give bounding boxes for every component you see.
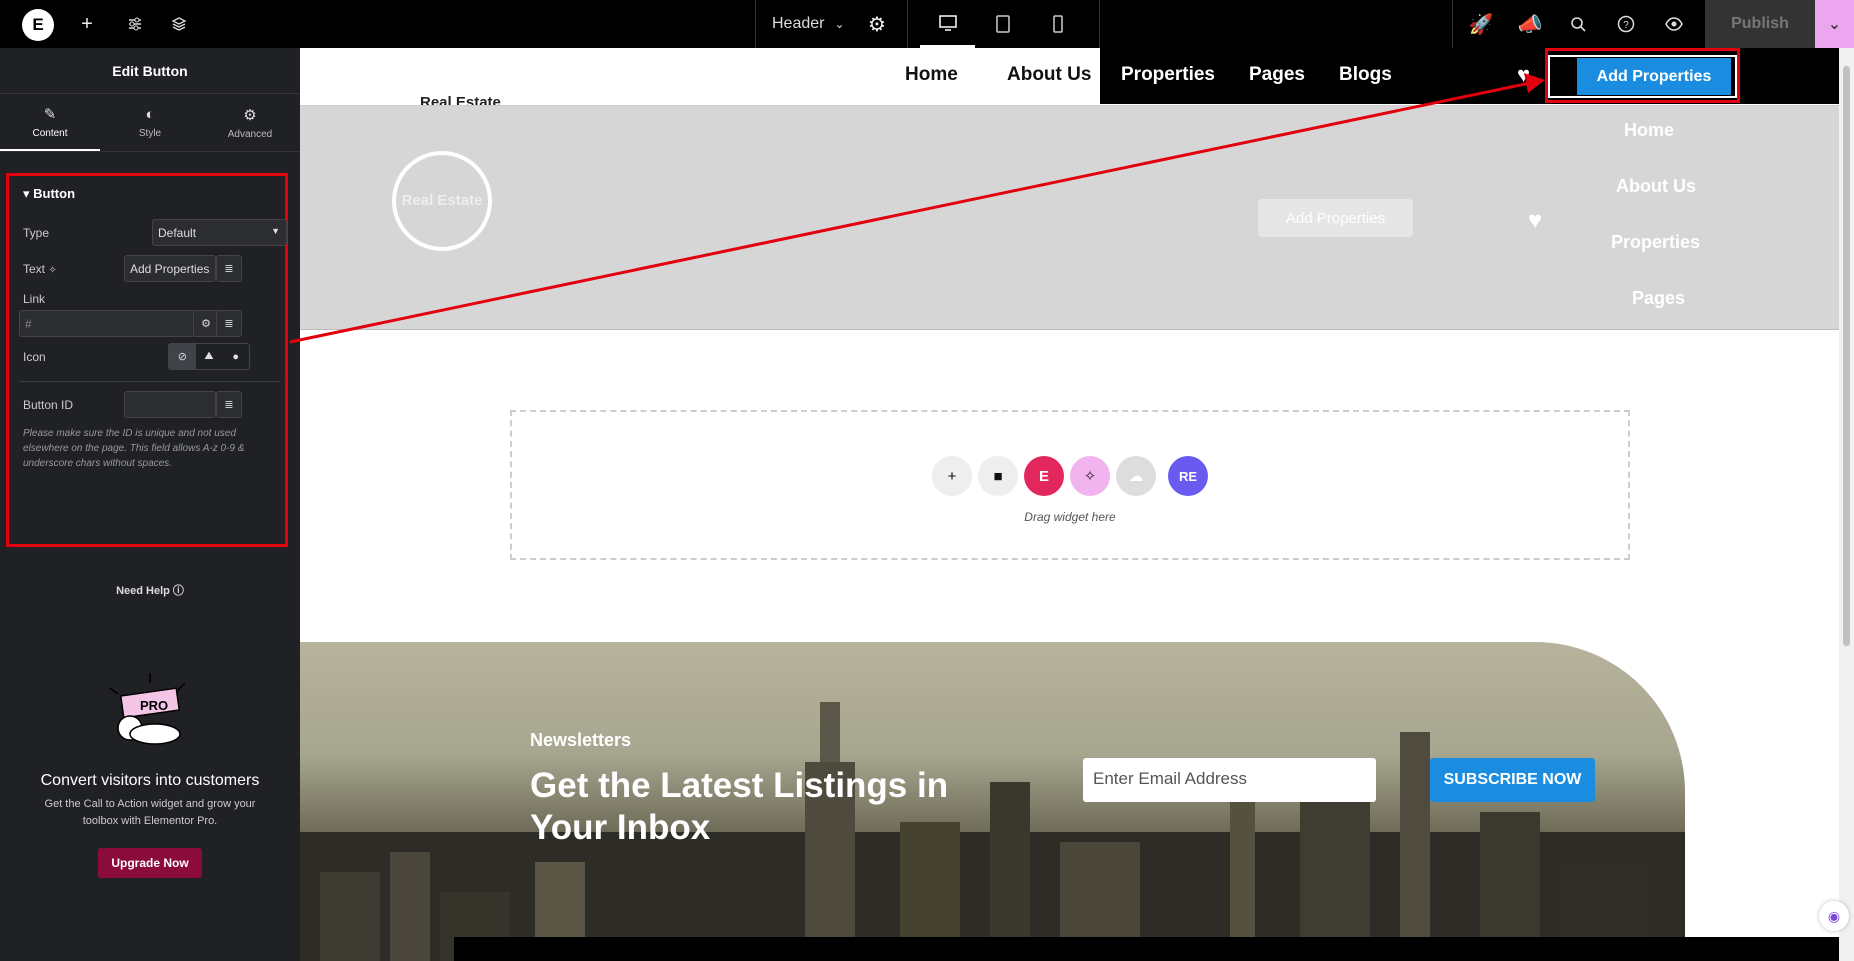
- button-id-dynamic-tags-icon[interactable]: ≣: [216, 391, 242, 418]
- cloud-icon[interactable]: ☁: [1116, 456, 1156, 496]
- library-icon-option-icon[interactable]: ●: [222, 344, 249, 369]
- newsletter-section: Newsletters Get the Latest Listings in Y…: [300, 642, 1685, 961]
- text-label: Text ✧: [23, 262, 57, 276]
- button-id-note: Please make sure the ID is unique and no…: [23, 428, 245, 469]
- email-field[interactable]: Enter Email Address: [1083, 758, 1376, 802]
- add-element-icon[interactable]: +: [72, 0, 102, 48]
- side-menu-pages[interactable]: Pages: [1632, 288, 1685, 309]
- svg-text:PRO: PRO: [140, 698, 168, 713]
- preview-eye-icon[interactable]: [1659, 0, 1689, 48]
- icon-choice-group: ⊘ ⛰ ●: [168, 343, 250, 370]
- link-label: Link: [23, 292, 46, 306]
- mobile-view-icon[interactable]: [1030, 0, 1085, 48]
- button-id-field[interactable]: [124, 391, 216, 418]
- tablet-view-icon[interactable]: [975, 0, 1030, 48]
- panel-tabs: ✎ Content ◐ Style ⚙ Advanced: [0, 94, 300, 152]
- notifications-icon[interactable]: 📣: [1515, 0, 1545, 48]
- no-icon-option-icon[interactable]: ⊘: [169, 344, 196, 369]
- editor-top-bar: E + Header ⌄ ⚙ 🚀 📣 ? Publish ⌄: [0, 0, 1854, 48]
- nav-pages-link[interactable]: Pages: [1249, 64, 1305, 86]
- tab-advanced-label: Advanced: [227, 128, 273, 140]
- svg-text:?: ?: [1623, 20, 1629, 31]
- section-button-toggle[interactable]: ▾ Button: [23, 186, 75, 202]
- section-title: Button: [33, 186, 76, 201]
- dropdown-caret-icon: ▼: [271, 226, 280, 236]
- nav-blogs-link[interactable]: Blogs: [1339, 64, 1392, 86]
- type-value: Default: [158, 226, 197, 240]
- layers-icon[interactable]: [164, 0, 194, 48]
- rocket-icon[interactable]: 🚀: [1466, 0, 1496, 48]
- side-menu-home[interactable]: Home: [1624, 120, 1674, 141]
- scrollbar-thumb[interactable]: [1843, 66, 1850, 646]
- subscribe-button[interactable]: SUBSCRIBE NOW: [1430, 758, 1595, 802]
- side-menu-properties[interactable]: Properties: [1611, 232, 1700, 253]
- royal-elementor-icon[interactable]: RE: [1168, 456, 1208, 496]
- page-settings-icon[interactable]: ⚙: [862, 0, 892, 48]
- nav-home-link[interactable]: Home: [905, 64, 958, 86]
- ai-sparkle-icon[interactable]: ✧: [48, 265, 56, 276]
- document-name: Header: [772, 15, 825, 32]
- button-id-label: Button ID: [23, 398, 74, 412]
- drag-widget-hint: Drag widget here: [1024, 510, 1116, 524]
- header-section: Real Estate Add Properties ♥ Home About …: [300, 105, 1839, 330]
- promo-text: Get the Call to Action widget and grow y…: [44, 798, 256, 827]
- preview-canvas: Home About Us Properties Pages Blogs ♥ A…: [300, 48, 1839, 961]
- widget-drop-zone[interactable]: + ■ E ✧ ☁ RE Drag widget here: [510, 410, 1630, 560]
- tab-advanced[interactable]: ⚙ Advanced: [200, 94, 300, 151]
- question-circle-icon: ⓘ: [172, 585, 184, 597]
- heart-outline-icon[interactable]: ♥: [1528, 207, 1542, 235]
- pencil-icon: ✎: [43, 105, 57, 123]
- side-menu-about[interactable]: About Us: [1616, 176, 1696, 197]
- gear-icon: ⚙: [243, 106, 257, 124]
- type-label: Type: [23, 226, 50, 240]
- canvas-scrollbar[interactable]: [1839, 48, 1854, 961]
- button-section-highlight: ▾ Button Type Default ▼ Text ✧ Add Prope…: [6, 173, 288, 547]
- nav-about-link[interactable]: About Us: [1007, 64, 1091, 86]
- pro-illustration-icon: PRO: [109, 673, 186, 745]
- link-dynamic-tags-icon[interactable]: ≣: [216, 310, 242, 337]
- add-section-icon[interactable]: +: [932, 456, 972, 496]
- heart-icon[interactable]: ♥: [1517, 62, 1530, 88]
- chevron-down-icon: ⌄: [834, 17, 845, 31]
- upgrade-now-button[interactable]: Upgrade Now: [98, 848, 202, 878]
- desktop-view-icon[interactable]: [920, 0, 975, 48]
- elementor-logo-icon[interactable]: E: [22, 9, 54, 41]
- publish-button[interactable]: Publish: [1705, 0, 1815, 48]
- editor-panel: Edit Button ✎ Content ◐ Style ⚙ Advanced…: [0, 48, 300, 961]
- icon-label: Icon: [23, 350, 46, 364]
- tab-content-label: Content: [32, 127, 68, 139]
- footer-dark-strip: [454, 937, 1839, 961]
- tab-style[interactable]: ◐ Style: [100, 94, 200, 151]
- search-icon[interactable]: [1563, 0, 1593, 48]
- ai-assistant-icon[interactable]: ◉: [1819, 901, 1849, 931]
- logo-circle[interactable]: Real Estate: [392, 151, 492, 251]
- tab-content[interactable]: ✎ Content: [0, 94, 100, 151]
- ai-sparkle-icon[interactable]: ✧: [1070, 456, 1110, 496]
- publish-options-chevron-icon[interactable]: ⌄: [1815, 0, 1854, 48]
- nav-properties-link[interactable]: Properties: [1121, 64, 1215, 86]
- panel-title: Edit Button: [0, 48, 300, 94]
- newsletter-title: Get the Latest Listings in Your Inbox: [530, 766, 949, 847]
- site-settings-icon[interactable]: [120, 0, 150, 48]
- template-folder-icon[interactable]: ■: [978, 456, 1018, 496]
- elementskit-icon[interactable]: E: [1024, 456, 1064, 496]
- upload-icon-option-icon[interactable]: ⛰: [196, 344, 223, 369]
- dynamic-tags-icon[interactable]: ≣: [216, 255, 242, 282]
- ghost-add-properties-button[interactable]: Add Properties: [1258, 199, 1413, 237]
- promo-title: Convert visitors into customers: [40, 772, 260, 789]
- tab-style-label: Style: [138, 128, 162, 139]
- need-help-link[interactable]: Need Help ⓘ: [0, 582, 300, 598]
- help-icon[interactable]: ?: [1611, 0, 1641, 48]
- text-field[interactable]: Add Properties: [124, 255, 216, 282]
- half-circle-icon: ◐: [145, 106, 155, 123]
- newsletter-label: Newsletters: [530, 730, 632, 750]
- target-highlight-box: [1545, 48, 1740, 103]
- type-select[interactable]: Default ▼: [152, 219, 287, 246]
- link-field[interactable]: #: [19, 310, 195, 337]
